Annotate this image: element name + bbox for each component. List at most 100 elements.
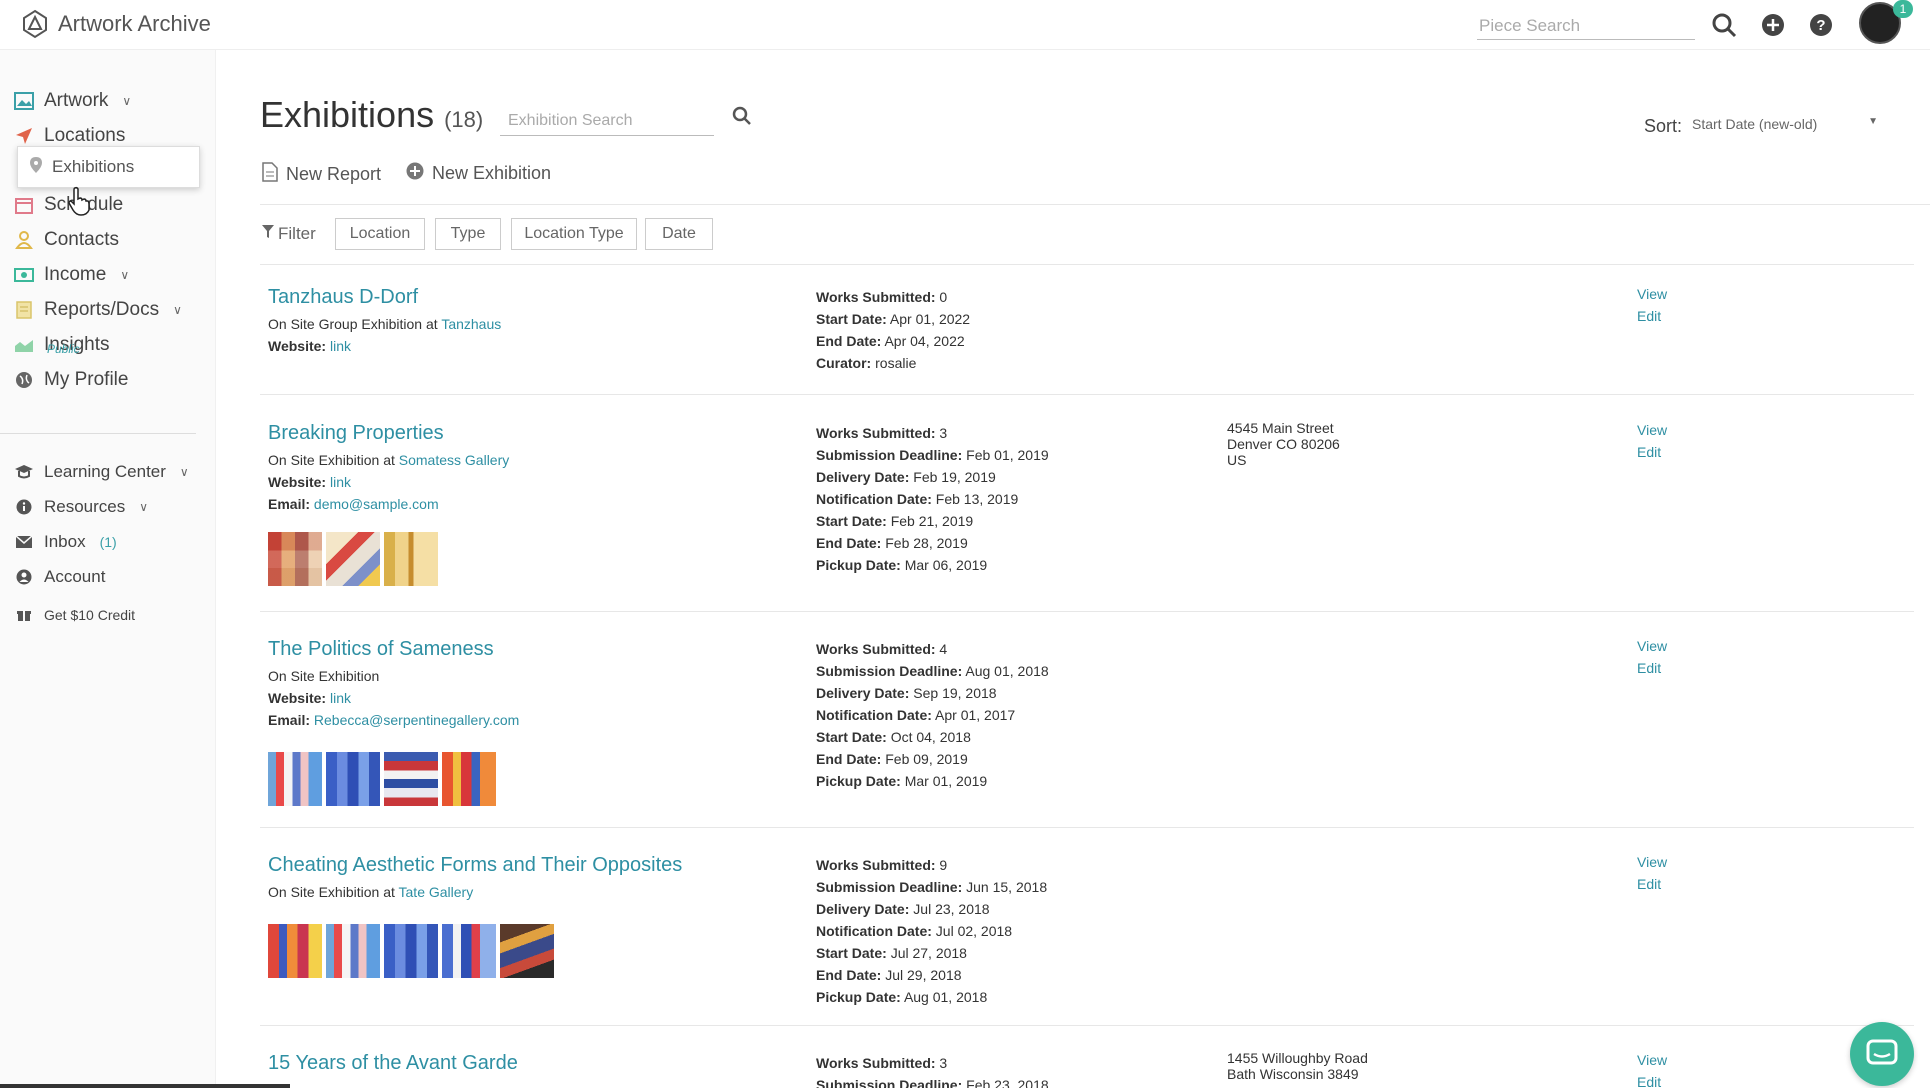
- detail-key: Works Submitted:: [816, 857, 936, 873]
- detail-value: Feb 09, 2019: [885, 751, 968, 767]
- email-link[interactable]: Rebecca@serpentinegallery.com: [314, 712, 519, 728]
- sidebar-item-get-credit[interactable]: Get $10 Credit: [14, 605, 135, 625]
- calendar-icon: [14, 195, 34, 215]
- exhibition-title-link[interactable]: The Politics of Sameness: [268, 638, 494, 661]
- globe-icon: [14, 370, 34, 390]
- sort-select[interactable]: Start Date (new-old) ▼: [1692, 116, 1878, 132]
- artwork-thumbnail[interactable]: [500, 924, 554, 978]
- detail-key: Submission Deadline:: [816, 1077, 963, 1088]
- detail-line: End Date: Feb 09, 2019: [816, 748, 1049, 770]
- exhibition-title-link[interactable]: Cheating Aesthetic Forms and Their Oppos…: [268, 854, 682, 877]
- edit-link[interactable]: Edit: [1637, 444, 1661, 460]
- artwork-thumbnail[interactable]: [268, 752, 322, 806]
- detail-value: Feb 28, 2019: [885, 535, 968, 551]
- add-icon[interactable]: [1758, 10, 1788, 40]
- exhibition-details: Works Submitted: 3 Submission Deadline: …: [816, 1052, 1049, 1088]
- new-report-button[interactable]: New Report: [262, 162, 381, 187]
- help-icon[interactable]: ?: [1806, 10, 1836, 40]
- filter-location-type-button[interactable]: Location Type: [511, 218, 637, 250]
- sidebar-item-locations[interactable]: Locations: [14, 125, 125, 147]
- detail-value: 0: [939, 289, 948, 305]
- detail-key: Curator:: [816, 355, 872, 371]
- page-title-text: Exhibitions: [260, 94, 435, 135]
- sidebar-item-artwork[interactable]: Artwork ∨: [14, 90, 131, 112]
- view-link[interactable]: View: [1637, 854, 1667, 870]
- chevron-down-icon: ∨: [179, 465, 189, 479]
- detail-key: End Date:: [816, 751, 882, 767]
- detail-key: Works Submitted:: [816, 289, 936, 305]
- artwork-archive-logo-icon: [23, 9, 47, 39]
- detail-line: End Date: Apr 04, 2022: [816, 330, 970, 352]
- exhibition-type: On Site Exhibition at Tate Gallery: [268, 884, 473, 900]
- chat-launcher-button[interactable]: [1850, 1022, 1914, 1086]
- divider: [260, 204, 1930, 205]
- artwork-thumbnail[interactable]: [326, 532, 380, 586]
- exhibition-type: On Site Exhibition: [268, 668, 380, 684]
- edit-link[interactable]: Edit: [1637, 660, 1661, 676]
- website-label: Website:: [268, 474, 327, 490]
- artwork-thumbnail[interactable]: [384, 532, 438, 586]
- exhibition-title-link[interactable]: 15 Years of the Avant Garde: [268, 1052, 518, 1075]
- detail-value: Aug 01, 2018: [965, 663, 1049, 679]
- detail-line: Notification Date: Jul 02, 2018: [816, 920, 1047, 942]
- website-link[interactable]: link: [330, 338, 351, 354]
- locations-dropdown-exhibitions[interactable]: Exhibitions: [17, 146, 200, 188]
- view-link[interactable]: View: [1637, 638, 1667, 654]
- view-link[interactable]: View: [1637, 1052, 1667, 1068]
- sidebar-item-reports-docs[interactable]: Reports/Docs ∨: [14, 299, 182, 321]
- app-logo[interactable]: Artwork Archive: [22, 9, 211, 39]
- sidebar-item-income[interactable]: Income ∨: [14, 264, 129, 286]
- sidebar-item-my-profile[interactable]: My Profile: [14, 369, 128, 391]
- website-link[interactable]: link: [330, 474, 351, 490]
- venue-link[interactable]: Somatess Gallery: [399, 452, 509, 468]
- sidebar-item-label: Artwork: [44, 90, 109, 111]
- sidebar-item-inbox[interactable]: Inbox (1): [14, 532, 117, 552]
- edit-link[interactable]: Edit: [1637, 876, 1661, 892]
- piece-search-input[interactable]: [1477, 12, 1695, 40]
- artwork-thumbnail[interactable]: [268, 924, 322, 978]
- sidebar-item-resources[interactable]: Resources ∨: [14, 497, 148, 517]
- detail-line: Delivery Date: Jul 23, 2018: [816, 898, 1047, 920]
- view-link[interactable]: View: [1637, 286, 1667, 302]
- artwork-thumbnail[interactable]: [442, 924, 496, 978]
- artwork-thumbnail[interactable]: [384, 752, 438, 806]
- exhibition-title-link[interactable]: Breaking Properties: [268, 422, 444, 445]
- detail-key: Start Date:: [816, 513, 887, 529]
- exhibition-details: Works Submitted: 3 Submission Deadline: …: [816, 422, 1049, 576]
- search-icon[interactable]: [1709, 10, 1739, 40]
- detail-key: Pickup Date:: [816, 557, 901, 573]
- artwork-thumbnail[interactable]: [384, 924, 438, 978]
- exhibition-title-link[interactable]: Tanzhaus D-Dorf: [268, 286, 418, 309]
- artwork-thumbnail[interactable]: [326, 924, 380, 978]
- artwork-thumbnail[interactable]: [326, 752, 380, 806]
- detail-value: Apr 01, 2017: [935, 707, 1016, 723]
- filter-type-button[interactable]: Type: [435, 218, 501, 250]
- at-text: at: [383, 452, 395, 468]
- sidebar-item-learning-center[interactable]: Learning Center ∨: [14, 462, 189, 482]
- detail-value: rosalie: [875, 355, 917, 371]
- filter-date-button[interactable]: Date: [645, 218, 713, 250]
- sidebar-item-contacts[interactable]: Contacts: [14, 229, 119, 251]
- edit-link[interactable]: Edit: [1637, 308, 1661, 324]
- detail-value: Jul 02, 2018: [935, 923, 1013, 939]
- view-link[interactable]: View: [1637, 422, 1667, 438]
- venue-link[interactable]: Tanzhaus: [441, 316, 501, 332]
- email-link[interactable]: demo@sample.com: [314, 496, 439, 512]
- artwork-thumbnail[interactable]: [442, 752, 496, 806]
- website-link[interactable]: link: [330, 690, 351, 706]
- search-icon[interactable]: [732, 106, 752, 131]
- address-line: Bath Wisconsin 3849: [1227, 1066, 1359, 1082]
- filter-location-button[interactable]: Location: [335, 218, 425, 250]
- address-line: 1455 Willoughby Road: [1227, 1050, 1368, 1066]
- new-exhibition-button[interactable]: New Exhibition: [406, 162, 551, 185]
- edit-link[interactable]: Edit: [1637, 1074, 1661, 1088]
- divider: [260, 264, 1914, 265]
- artwork-thumbnail[interactable]: [268, 532, 322, 586]
- type-text: On Site Exhibition: [268, 884, 380, 900]
- detail-line: Start Date: Oct 04, 2018: [816, 726, 1049, 748]
- main-content: Exhibitions (18) Sort: Start Date (new-o…: [216, 50, 1930, 1088]
- exhibition-search-input[interactable]: [500, 106, 714, 136]
- venue-link[interactable]: Tate Gallery: [399, 884, 474, 900]
- user-icon: [14, 230, 34, 250]
- sidebar-item-account[interactable]: Account: [14, 567, 105, 587]
